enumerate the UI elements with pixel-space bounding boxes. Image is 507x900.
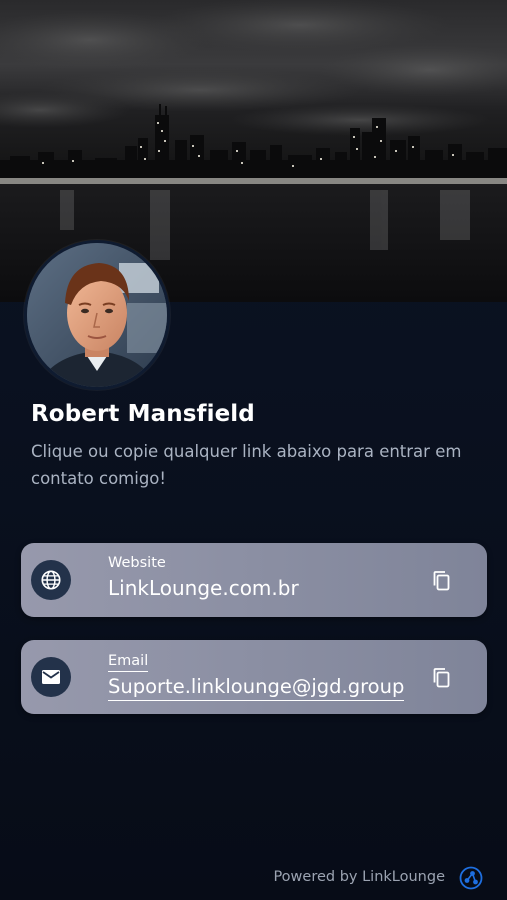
copy-icon[interactable] xyxy=(431,569,453,593)
mail-icon xyxy=(31,657,71,697)
email-label: Email xyxy=(108,653,149,672)
profile-page: Robert Mansfield Clique ou copie qualque… xyxy=(0,0,507,900)
footer: Powered by LinkLounge xyxy=(0,866,507,890)
linklounge-logo-icon[interactable] xyxy=(459,866,483,890)
powered-by-link[interactable]: Powered by LinkLounge xyxy=(273,869,445,885)
profile-name: Robert Mansfield xyxy=(31,401,255,427)
website-label: Website xyxy=(108,555,166,571)
copy-icon[interactable] xyxy=(431,666,453,690)
profile-bio: Clique ou copie qualquer link abaixo par… xyxy=(31,442,462,488)
globe-icon xyxy=(31,560,71,600)
email-link-card[interactable]: Email Suporte.linklounge@jgd.group xyxy=(21,640,487,714)
website-value[interactable]: LinkLounge.com.br xyxy=(108,576,299,600)
email-value[interactable]: Suporte.linklounge@jgd.group xyxy=(108,675,405,701)
avatar xyxy=(24,240,170,390)
website-link-card[interactable]: Website LinkLounge.com.br xyxy=(21,543,487,617)
